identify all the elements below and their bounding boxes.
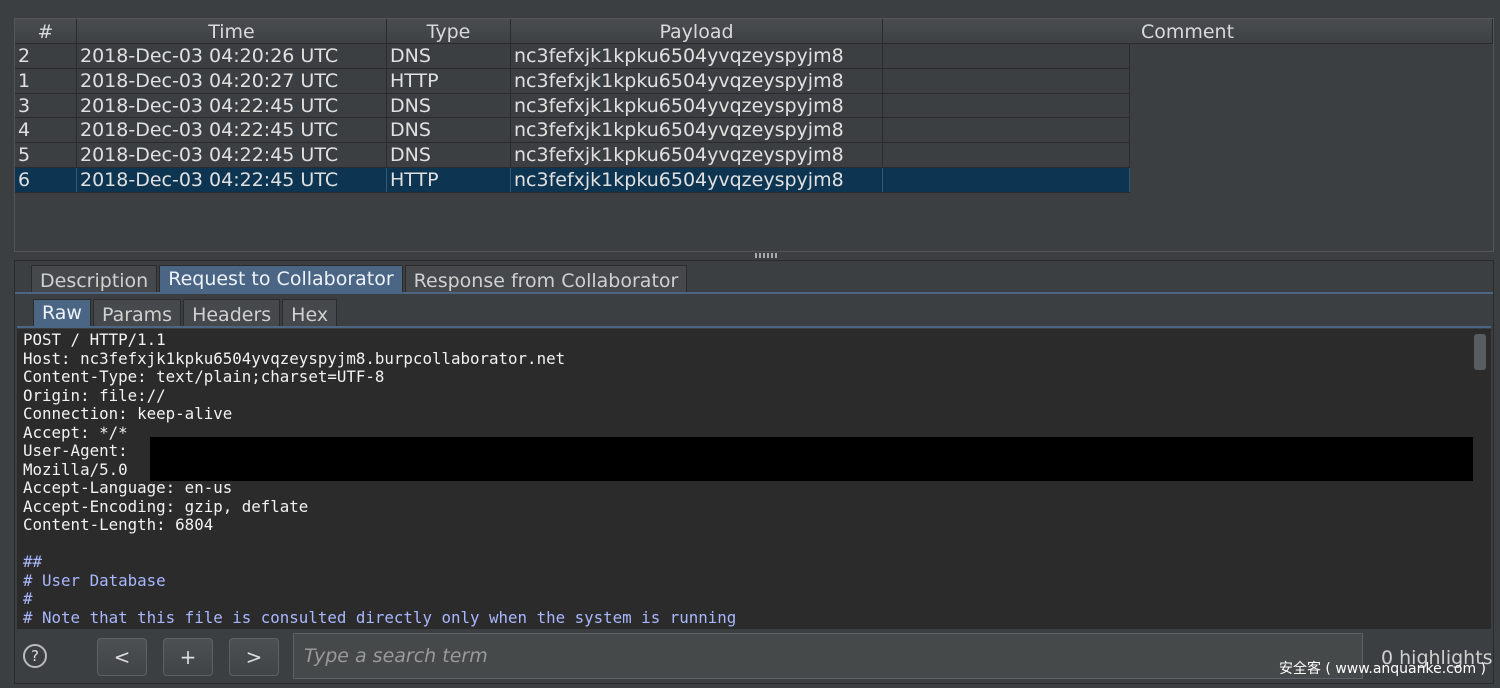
cell-type: HTTP	[387, 167, 511, 192]
cell-comment[interactable]	[883, 44, 1130, 68]
request-line: Origin: file://	[23, 385, 166, 405]
table-body: 2 2018-Dec-03 04:20:26 UTC DNS nc3fefxjk…	[15, 44, 1130, 193]
cell-payload: nc3fefxjk1kpku6504yvqzeyspyjm8	[511, 143, 883, 168]
request-line: Accept-Encoding: gzip, deflate	[23, 496, 309, 516]
column-header-payload[interactable]: Payload	[511, 19, 883, 44]
cell-num: 5	[15, 143, 77, 168]
detail-panel: Description Request to Collaborator Resp…	[14, 260, 1494, 684]
tab-request-to-collaborator[interactable]: Request to Collaborator	[159, 265, 403, 293]
watermark: 安全客 ( www.anquanke.com )	[1278, 661, 1486, 677]
interactions-table: # Time Type Payload Comment 2 2018-Dec-0…	[14, 18, 1494, 252]
cell-comment[interactable]	[883, 93, 1130, 118]
column-header-type[interactable]: Type	[387, 19, 511, 44]
cell-type: HTTP	[387, 68, 511, 93]
column-header-num[interactable]: #	[15, 19, 77, 44]
request-line: Connection: keep-alive	[23, 404, 233, 423]
table-row-selected[interactable]: 6 2018-Dec-03 04:22:45 UTC HTTP nc3fefxj…	[15, 167, 1130, 193]
editor-scrollbar[interactable]	[1473, 331, 1487, 627]
help-icon[interactable]: ?	[23, 644, 47, 668]
request-line	[23, 535, 736, 554]
cell-time: 2018-Dec-03 04:20:26 UTC	[77, 44, 387, 68]
search-bar: ? < + > 0 highlights	[15, 629, 1493, 683]
table-row[interactable]: 2 2018-Dec-03 04:20:26 UTC DNS nc3fefxjk…	[15, 44, 1130, 69]
request-line: Content-Length: 6804	[23, 515, 214, 534]
tab-params[interactable]: Params	[92, 299, 182, 327]
request-line: POST / HTTP/1.1	[23, 330, 166, 349]
add-highlight-button[interactable]: +	[163, 638, 213, 676]
cell-payload: nc3fefxjk1kpku6504yvqzeyspyjm8	[511, 44, 883, 68]
request-line: Accept-Language: en-us	[23, 478, 233, 497]
tab-response-from-collaborator[interactable]: Response from Collaborator	[404, 265, 688, 293]
detail-tabs: Description Request to Collaborator Resp…	[31, 265, 689, 293]
request-line-comment: # User Database	[23, 570, 166, 590]
table-row[interactable]: 3 2018-Dec-03 04:22:45 UTC DNS nc3fefxjk…	[15, 93, 1130, 119]
cell-type: DNS	[387, 93, 511, 118]
cell-payload: nc3fefxjk1kpku6504yvqzeyspyjm8	[511, 118, 883, 143]
request-line-comment: #	[23, 589, 33, 608]
tab-headers[interactable]: Headers	[183, 299, 281, 327]
raw-request-editor[interactable]: POST / HTTP/1.1 Host: nc3fefxjk1kpku6504y…	[17, 329, 1491, 629]
cell-type: DNS	[387, 44, 511, 68]
request-line-comment: # Note that this file is consulted direc…	[23, 607, 737, 627]
cell-num: 1	[15, 68, 77, 93]
cell-num: 2	[15, 44, 77, 68]
cell-comment[interactable]	[883, 143, 1130, 168]
cell-type: DNS	[387, 143, 511, 168]
cell-comment[interactable]	[883, 68, 1130, 93]
table-header: # Time Type Payload Comment	[15, 19, 1493, 44]
previous-match-button[interactable]: <	[97, 638, 147, 676]
search-input[interactable]	[293, 633, 1363, 679]
table-row[interactable]: 5 2018-Dec-03 04:22:45 UTC DNS nc3fefxjk…	[15, 143, 1130, 168]
cell-time: 2018-Dec-03 04:22:45 UTC	[77, 167, 387, 192]
cell-num: 6	[15, 167, 77, 192]
cell-num: 3	[15, 93, 77, 118]
cell-type: DNS	[387, 118, 511, 143]
scrollbar-thumb[interactable]	[1474, 334, 1486, 370]
cell-payload: nc3fefxjk1kpku6504yvqzeyspyjm8	[511, 167, 883, 192]
tab-hex[interactable]: Hex	[282, 299, 338, 327]
next-match-button[interactable]: >	[229, 638, 279, 676]
request-line: Host: nc3fefxjk1kpku6504yvqzeyspyjm8.bur…	[23, 348, 566, 368]
cell-time: 2018-Dec-03 04:22:45 UTC	[77, 93, 387, 118]
view-tabs: Raw Params Headers Hex	[33, 299, 339, 327]
request-line-comment: ##	[23, 552, 43, 571]
table-row[interactable]: 1 2018-Dec-03 04:20:27 UTC HTTP nc3fefxj…	[15, 68, 1130, 94]
cell-comment[interactable]	[883, 167, 1130, 192]
split-pane-handle[interactable]	[755, 253, 779, 258]
cell-comment[interactable]	[883, 118, 1130, 143]
view-tabs-divider	[17, 326, 1491, 328]
cell-time: 2018-Dec-03 04:22:45 UTC	[77, 118, 387, 143]
cell-payload: nc3fefxjk1kpku6504yvqzeyspyjm8	[511, 68, 883, 93]
cell-payload: nc3fefxjk1kpku6504yvqzeyspyjm8	[511, 93, 883, 118]
cell-num: 4	[15, 118, 77, 143]
tab-raw[interactable]: Raw	[33, 299, 91, 327]
column-header-comment[interactable]: Comment	[883, 19, 1493, 44]
cell-time: 2018-Dec-03 04:20:27 UTC	[77, 68, 387, 93]
request-line: Content-Type: text/plain;charset=UTF-8	[23, 367, 385, 386]
redacted-user-agent	[150, 437, 1478, 481]
tab-description[interactable]: Description	[31, 265, 158, 293]
cell-time: 2018-Dec-03 04:22:45 UTC	[77, 143, 387, 168]
column-header-time[interactable]: Time	[77, 19, 387, 44]
table-row[interactable]: 4 2018-Dec-03 04:22:45 UTC DNS nc3fefxjk…	[15, 118, 1130, 144]
tabs-divider	[15, 292, 1493, 294]
